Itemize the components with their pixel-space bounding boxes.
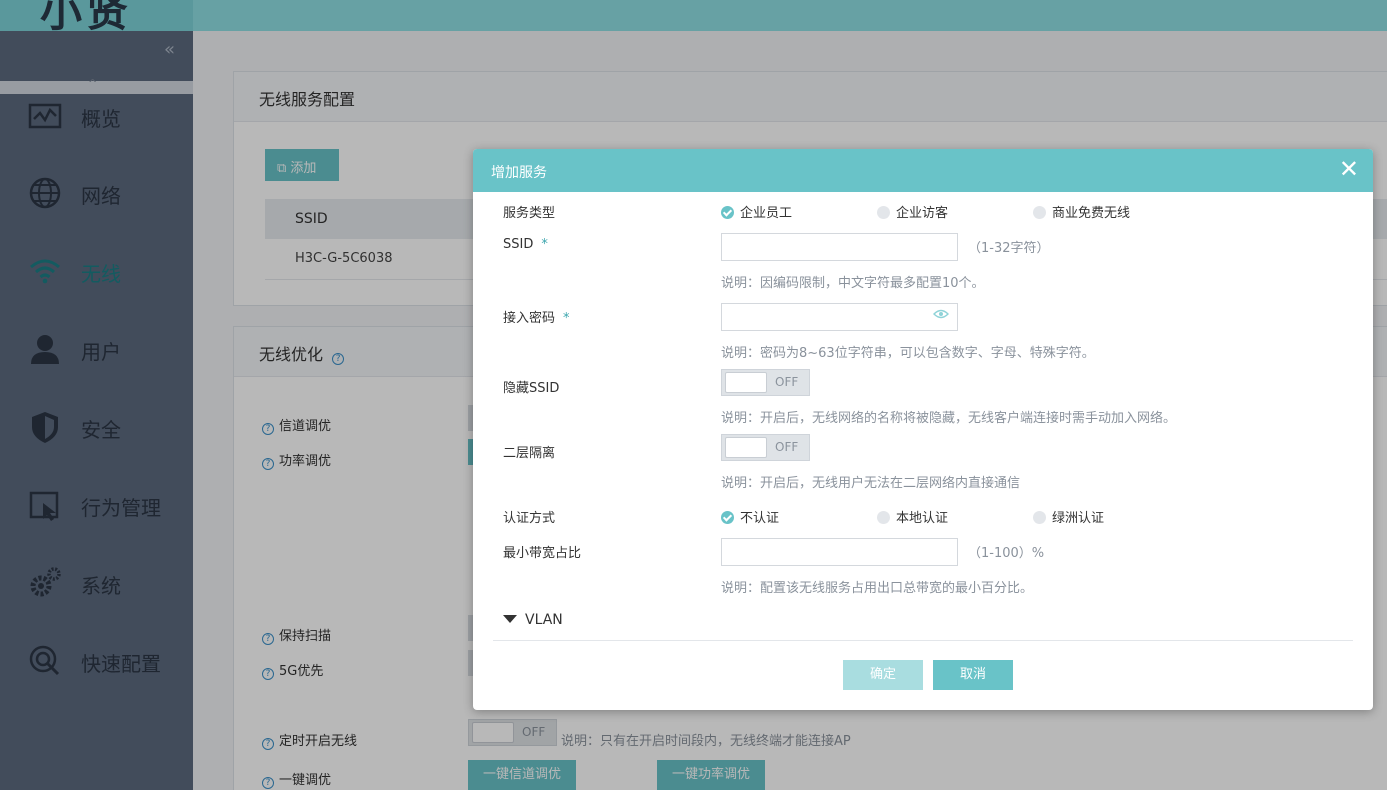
radio-label: 绿洲认证 <box>1052 511 1105 526</box>
vlan-label: VLAN <box>525 612 563 628</box>
required-mark: * <box>563 311 570 326</box>
toggle-state: OFF <box>775 440 799 454</box>
toggle-state: OFF <box>775 375 799 389</box>
dialog-header: 增加服务 ✕ <box>473 149 1373 192</box>
divider <box>493 640 1353 641</box>
radio-label: 不认证 <box>740 511 780 526</box>
ssid-label: SSID * <box>503 237 548 252</box>
dialog-title: 增加服务 <box>491 165 547 181</box>
radio-label: 本地认证 <box>896 511 949 526</box>
cancel-button[interactable]: 取消 <box>933 660 1013 690</box>
radio-oasis-auth[interactable]: 绿洲认证 <box>1033 507 1104 526</box>
l2-isolation-label: 二层隔离 <box>503 446 556 461</box>
radio-employee[interactable]: 企业员工 <box>721 202 792 221</box>
bandwidth-label: 最小带宽占比 <box>503 546 582 561</box>
service-type-label: 服务类型 <box>503 206 556 221</box>
password-input[interactable] <box>721 303 958 331</box>
password-label: 接入密码 * <box>503 307 570 326</box>
ssid-length-hint: （1-32字符） <box>968 241 1050 256</box>
radio-label: 企业员工 <box>740 206 793 221</box>
add-service-dialog: 增加服务 ✕ 服务类型 企业员工 企业访客 商业免费无线 SSID * （1-32… <box>473 149 1373 710</box>
radio-no-auth[interactable]: 不认证 <box>721 507 779 526</box>
hide-ssid-description: 说明：开启后，无线网络的名称将被隐藏，无线客户端连接时需手动加入网络。 <box>721 411 1177 426</box>
radio-local-auth[interactable]: 本地认证 <box>877 507 948 526</box>
toggle-knob <box>725 437 767 458</box>
radio-unchecked-icon <box>877 206 890 219</box>
ssid-input[interactable] <box>721 233 958 261</box>
hide-ssid-label: 隐藏SSID <box>503 381 560 396</box>
show-password-eye-icon[interactable] <box>933 309 949 319</box>
l2-isolation-description: 说明：开启后，无线用户无法在二层网络内直接通信 <box>721 476 1021 491</box>
ssid-description: 说明：因编码限制，中文字符最多配置10个。 <box>721 276 985 291</box>
toggle-knob <box>725 372 767 393</box>
hide-ssid-toggle[interactable]: OFF <box>721 369 810 396</box>
confirm-button[interactable]: 确定 <box>843 660 923 690</box>
password-description: 说明：密码为8~63位字符串，可以包含数字、字母、特殊字符。 <box>721 346 1095 361</box>
radio-checked-icon <box>721 511 734 524</box>
radio-label: 商业免费无线 <box>1052 206 1131 221</box>
bandwidth-input[interactable] <box>721 538 958 566</box>
radio-guest[interactable]: 企业访客 <box>877 202 948 221</box>
radio-unchecked-icon <box>1033 206 1046 219</box>
vlan-expander[interactable]: VLAN <box>503 612 563 628</box>
radio-unchecked-icon <box>1033 511 1046 524</box>
required-mark: * <box>541 237 548 252</box>
close-icon[interactable]: ✕ <box>1339 155 1359 183</box>
auth-label: 认证方式 <box>503 511 556 526</box>
password-label-text: 接入密码 <box>503 311 556 326</box>
caret-down-icon <box>503 615 517 623</box>
bandwidth-description: 说明：配置该无线服务占用出口总带宽的最小百分比。 <box>721 581 1034 596</box>
ssid-label-text: SSID <box>503 237 534 252</box>
radio-label: 企业访客 <box>896 206 949 221</box>
bandwidth-range-hint: （1-100）% <box>968 546 1045 561</box>
l2-isolation-toggle[interactable]: OFF <box>721 434 810 461</box>
radio-unchecked-icon <box>877 511 890 524</box>
radio-checked-icon <box>721 206 734 219</box>
radio-free-wireless[interactable]: 商业免费无线 <box>1033 202 1130 221</box>
